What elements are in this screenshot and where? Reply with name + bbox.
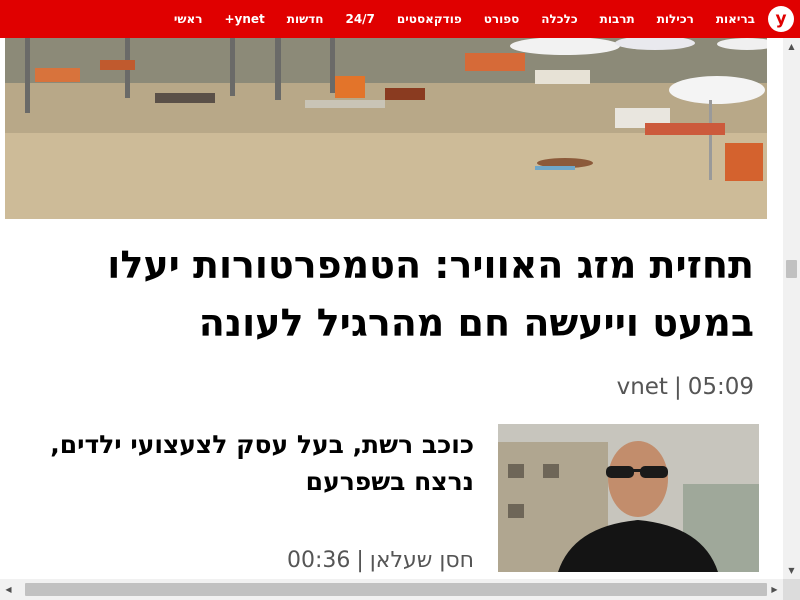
nav-item-podcasts[interactable]: פודקאסטים bbox=[386, 0, 473, 38]
top-navigation-bar: ראשי ynet+ חדשות 24/7 פודקאסטים ספורט כל… bbox=[0, 0, 800, 38]
horizontal-scroll-thumb[interactable] bbox=[25, 583, 767, 596]
nav-item-gossip[interactable]: רכילות bbox=[646, 0, 705, 38]
scroll-left-arrow-icon[interactable]: ◀ bbox=[0, 579, 17, 600]
nav-item-24-7[interactable]: 24/7 bbox=[334, 0, 385, 38]
article-time: 05:09 bbox=[687, 374, 754, 400]
ynet-logo[interactable]: y bbox=[768, 6, 794, 32]
main-article-headline[interactable]: תחזית מזג האוויר: הטמפרטורות יעלו במעט ו… bbox=[14, 236, 754, 352]
nav-item-health[interactable]: בריאות bbox=[705, 0, 766, 38]
main-article-image[interactable] bbox=[5, 38, 767, 219]
man-portrait-image bbox=[498, 424, 759, 572]
horizontal-scrollbar[interactable]: ◀ ▶ bbox=[0, 579, 783, 600]
article-time: 00:36 bbox=[286, 548, 351, 573]
secondary-article-title[interactable]: כוכב רשת, בעל עסק לצעצועי ילדים, נרצח בש… bbox=[44, 426, 474, 500]
nav-item-culture[interactable]: תרבות bbox=[589, 0, 646, 38]
byline-separator: | bbox=[673, 374, 682, 400]
nav-item-home[interactable]: ראשי bbox=[163, 0, 214, 38]
logo-letter: y bbox=[775, 8, 787, 29]
vertical-scroll-thumb[interactable] bbox=[786, 260, 797, 278]
nav-item-news[interactable]: חדשות bbox=[276, 0, 335, 38]
nav-menu: ראשי ynet+ חדשות 24/7 פודקאסטים ספורט כל… bbox=[163, 0, 766, 38]
secondary-article-byline: חסן שעלאן|00:36 bbox=[287, 548, 474, 573]
nav-item-sport[interactable]: ספורט bbox=[473, 0, 531, 38]
vertical-scrollbar[interactable]: ▲ ▼ bbox=[783, 38, 800, 579]
scroll-right-arrow-icon[interactable]: ▶ bbox=[766, 579, 783, 600]
article-source: vnet bbox=[616, 374, 668, 400]
beach-scene-image bbox=[5, 38, 767, 219]
scroll-up-arrow-icon[interactable]: ▲ bbox=[783, 38, 800, 55]
main-article-byline: vnet | 05:09 bbox=[617, 374, 754, 400]
scrollbar-corner bbox=[783, 579, 800, 600]
nav-item-ynet-plus[interactable]: ynet+ bbox=[213, 0, 275, 38]
secondary-article-image[interactable] bbox=[498, 424, 759, 572]
nav-item-economy[interactable]: כלכלה bbox=[530, 0, 588, 38]
scroll-down-arrow-icon[interactable]: ▼ bbox=[783, 562, 800, 579]
article-author: חסן שעלאן bbox=[369, 548, 474, 573]
byline-separator: | bbox=[356, 548, 364, 573]
